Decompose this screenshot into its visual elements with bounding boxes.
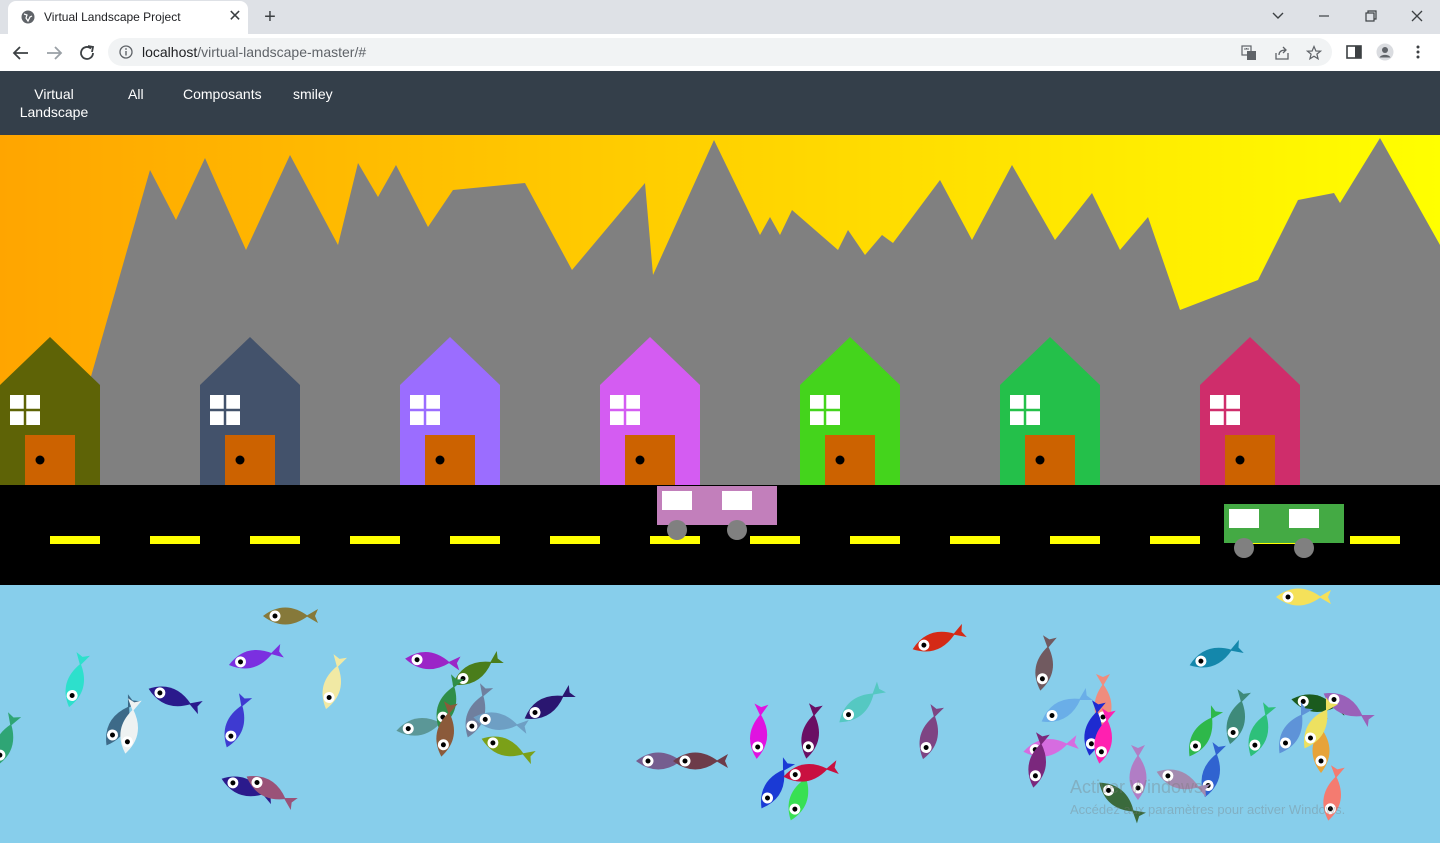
door-knob [1235, 455, 1245, 465]
browser-toolbar: localhost/virtual-landscape-master/# [0, 34, 1440, 72]
lane-dash [1050, 536, 1100, 544]
door-knob [635, 455, 645, 465]
fish-pupil [1318, 758, 1324, 764]
restore-icon[interactable] [1358, 5, 1382, 27]
site-navbar: Virtual Landscape All Composants smiley [0, 71, 1440, 135]
profile-icon[interactable] [1376, 43, 1394, 61]
windows-watermark-title: Activer Windows [1070, 777, 1204, 797]
translate-icon[interactable] [1241, 45, 1257, 61]
kebab-menu-icon[interactable] [1409, 43, 1427, 61]
lane-dash [1350, 536, 1400, 544]
close-window-icon[interactable] [1405, 5, 1429, 27]
brand-line-1: Virtual [34, 86, 74, 102]
side-panel-icon[interactable] [1345, 43, 1363, 61]
lane-dash [1150, 536, 1200, 544]
windows-watermark-subtitle: Accédez aux paramètres pour activer Wind… [1070, 802, 1346, 817]
url-host: localhost [142, 44, 198, 60]
house-door [425, 435, 475, 485]
info-icon[interactable] [119, 45, 133, 59]
house-door [825, 435, 875, 485]
house-door [1025, 435, 1075, 485]
share-icon[interactable] [1274, 45, 1290, 61]
vehicle-wheel [1294, 538, 1314, 558]
vehicle-window [1229, 509, 1259, 528]
fish-pupil [272, 613, 278, 619]
url-text[interactable]: localhost/virtual-landscape-master/# [142, 44, 366, 60]
brand-link[interactable]: Virtual Landscape [16, 85, 92, 121]
door-knob [1035, 455, 1045, 465]
nav-link-composants[interactable]: Composants [183, 85, 262, 103]
minimize-icon[interactable] [1312, 5, 1336, 27]
vehicle-window [662, 491, 692, 510]
browser-tab[interactable]: Virtual Landscape Project ✕ [8, 1, 248, 34]
lane-dash [550, 536, 600, 544]
browser-tabstrip: Virtual Landscape Project ✕ + [0, 0, 1440, 34]
landscape-scene [0, 135, 1440, 843]
fish-pupil [682, 758, 688, 764]
door-knob [35, 455, 45, 465]
house-door [1225, 435, 1275, 485]
tab-title: Virtual Landscape Project [44, 10, 181, 24]
lane-dash [950, 536, 1000, 544]
lane-dash [250, 536, 300, 544]
nav-link-all[interactable]: All [128, 85, 144, 103]
reload-icon[interactable] [76, 42, 98, 64]
door-knob [235, 455, 245, 465]
bookmark-star-icon[interactable] [1306, 45, 1322, 61]
vehicle-wheel [667, 520, 687, 540]
brand-line-2: Landscape [19, 104, 89, 120]
tab-search-icon[interactable] [1266, 5, 1290, 27]
house-door [625, 435, 675, 485]
nav-link-smiley[interactable]: smiley [293, 85, 333, 103]
forward-arrow-icon[interactable] [43, 42, 65, 64]
lane-dash [350, 536, 400, 544]
back-arrow-icon[interactable] [10, 42, 32, 64]
globe-icon [21, 10, 35, 24]
lane-dash [850, 536, 900, 544]
vehicle-wheel [727, 520, 747, 540]
fish-pupil [1285, 594, 1291, 600]
vehicle-window [722, 491, 752, 510]
lane-dash [750, 536, 800, 544]
url-path: /virtual-landscape-master/# [197, 44, 367, 60]
lane-dash [50, 536, 100, 544]
vehicle-window [1289, 509, 1319, 528]
new-tab-button[interactable]: + [260, 7, 280, 27]
lane-dash [450, 536, 500, 544]
vehicle-wheel [1234, 538, 1254, 558]
fish-pupil [645, 758, 651, 764]
door-knob [435, 455, 445, 465]
lane-dash [150, 536, 200, 544]
house-door [225, 435, 275, 485]
close-tab-icon[interactable]: ✕ [227, 9, 243, 25]
door-knob [835, 455, 845, 465]
house-door [25, 435, 75, 485]
address-bar[interactable]: localhost/virtual-landscape-master/# [108, 38, 1332, 66]
